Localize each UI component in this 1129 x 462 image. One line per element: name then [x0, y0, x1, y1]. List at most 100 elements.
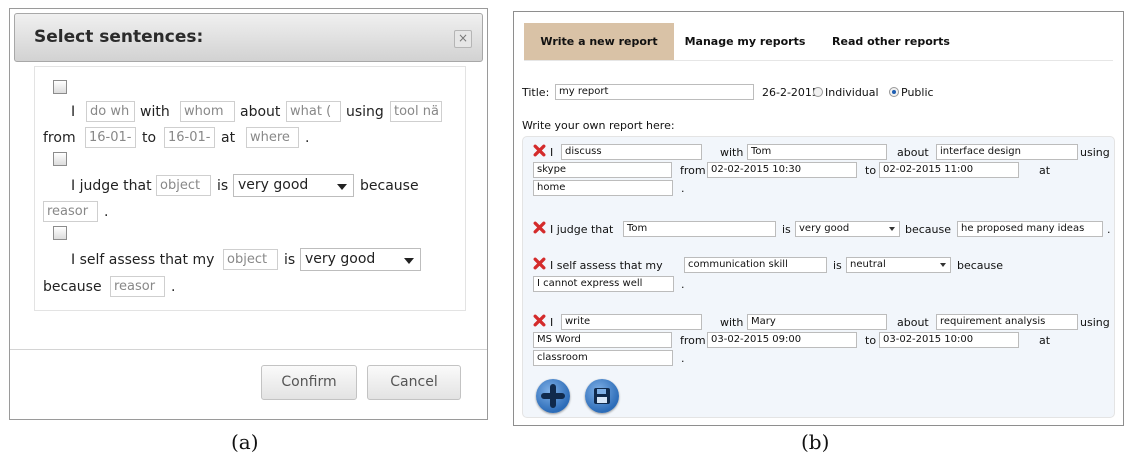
to-label: to — [865, 334, 877, 347]
chevron-down-icon — [337, 184, 347, 190]
subject-label: I — [550, 146, 554, 159]
at-label: at — [221, 130, 236, 146]
tab-divider — [524, 60, 1113, 61]
sentence-1-checkbox[interactable] — [53, 80, 67, 94]
is-label: is — [217, 178, 229, 194]
about-label: about — [897, 316, 929, 329]
activity-input[interactable]: do wh — [86, 101, 135, 122]
sentence-3-checkbox[interactable] — [53, 226, 67, 240]
public-label: Public — [901, 86, 934, 99]
activity-input[interactable]: discuss — [561, 144, 702, 160]
report-date: 26-2-2015 — [762, 86, 819, 99]
with-label: with — [720, 316, 744, 329]
with-label: with — [720, 146, 744, 159]
to-date-input[interactable]: 16-01- — [164, 127, 215, 148]
report-editor: Write a new report Manage my reports Rea… — [513, 11, 1124, 426]
period: . — [305, 130, 310, 146]
self-object-input[interactable]: communication skill — [684, 257, 827, 273]
delete-icon[interactable] — [533, 314, 546, 327]
judge-label: I judge that — [550, 223, 614, 236]
with-label: with — [140, 104, 170, 120]
because-label: because — [43, 279, 102, 295]
subject-label: I — [550, 316, 554, 329]
from-label: from — [680, 164, 706, 177]
whom-input[interactable]: whom — [180, 101, 235, 122]
judge-rating-select[interactable]: very good — [795, 221, 900, 237]
judge-rating-select[interactable]: very good — [233, 174, 354, 197]
cancel-button[interactable]: Cancel — [367, 365, 461, 400]
divider — [10, 349, 487, 350]
self-rating-select[interactable]: neutral — [846, 257, 951, 273]
self-rating-value: very good — [305, 251, 376, 267]
public-radio[interactable] — [889, 87, 899, 97]
tab-write-report[interactable]: Write a new report — [524, 23, 674, 60]
because-label: because — [905, 223, 952, 236]
what-input[interactable]: what ( — [286, 101, 341, 122]
delete-icon[interactable] — [533, 144, 546, 157]
from-label: from — [43, 130, 76, 146]
what-input[interactable]: interface design — [936, 144, 1078, 160]
judge-rating-value: very good — [238, 177, 309, 193]
whom-input[interactable]: Mary — [747, 314, 887, 330]
where-input[interactable]: home — [533, 180, 673, 196]
chevron-down-icon — [940, 263, 946, 267]
period: . — [681, 182, 685, 195]
delete-icon[interactable] — [533, 221, 546, 234]
add-sentence-button[interactable] — [536, 379, 570, 413]
at-label: at — [1039, 334, 1051, 347]
sentence-list: I do wh with whom about what ( using too… — [34, 66, 466, 311]
self-object-input[interactable]: object — [223, 249, 278, 270]
dialog-header: Select sentences: × — [14, 13, 483, 62]
self-rating-select[interactable]: very good — [300, 248, 421, 271]
tab-manage-reports[interactable]: Manage my reports — [674, 23, 816, 60]
sentence-2-checkbox[interactable] — [53, 152, 67, 166]
period: . — [1107, 223, 1111, 236]
close-icon[interactable]: × — [454, 30, 472, 48]
chevron-down-icon — [889, 227, 895, 231]
plus-icon — [541, 384, 565, 408]
floppy-disk-icon — [594, 388, 610, 404]
is-label: is — [833, 259, 842, 272]
to-date-input[interactable]: 02-02-2015 11:00 — [879, 162, 1019, 178]
tool-input[interactable]: skype — [533, 162, 672, 178]
at-label: at — [1039, 164, 1051, 177]
dialog-title: Select sentences: — [34, 27, 204, 47]
delete-icon[interactable] — [533, 257, 546, 270]
confirm-button[interactable]: Confirm — [261, 365, 357, 400]
tool-input[interactable]: tool nä — [390, 101, 442, 122]
save-report-button[interactable] — [585, 379, 619, 413]
judge-object-input[interactable]: Tom — [623, 221, 776, 237]
period: . — [681, 352, 685, 365]
from-date-input[interactable]: 16-01- — [85, 127, 136, 148]
period: . — [104, 204, 109, 220]
tab-read-reports[interactable]: Read other reports — [816, 23, 966, 60]
period: . — [171, 279, 176, 295]
from-label: from — [680, 334, 706, 347]
self-reason-input[interactable]: I cannot express well — [533, 276, 674, 292]
because-label: because — [957, 259, 1004, 272]
to-date-input[interactable]: 03-02-2015 10:00 — [879, 332, 1019, 348]
chevron-down-icon — [404, 258, 414, 264]
write-report-label: Write your own report here: — [522, 119, 675, 132]
judge-label: I judge that — [71, 178, 152, 194]
using-label: using — [1080, 316, 1110, 329]
individual-radio[interactable] — [813, 87, 823, 97]
what-input[interactable]: requirement analysis — [936, 314, 1078, 330]
individual-label: Individual — [825, 86, 879, 99]
tool-input[interactable]: MS Word — [533, 332, 672, 348]
activity-input[interactable]: write — [561, 314, 702, 330]
judge-rating-value: very good — [799, 223, 850, 234]
where-input[interactable]: classroom — [533, 350, 673, 366]
judge-reason-input[interactable]: he proposed many ideas — [957, 221, 1103, 237]
from-date-input[interactable]: 03-02-2015 09:00 — [707, 332, 857, 348]
title-label: Title: — [522, 86, 550, 99]
caption-b: (b) — [801, 430, 830, 454]
whom-input[interactable]: Tom — [747, 144, 887, 160]
where-input[interactable]: where — [246, 127, 299, 148]
title-input[interactable]: my report — [555, 84, 754, 100]
from-date-input[interactable]: 02-02-2015 10:30 — [707, 162, 857, 178]
period: . — [681, 278, 685, 291]
judge-reason-input[interactable]: reasor — [43, 201, 98, 222]
judge-object-input[interactable]: object — [156, 175, 211, 196]
self-reason-input[interactable]: reasor — [110, 276, 165, 297]
